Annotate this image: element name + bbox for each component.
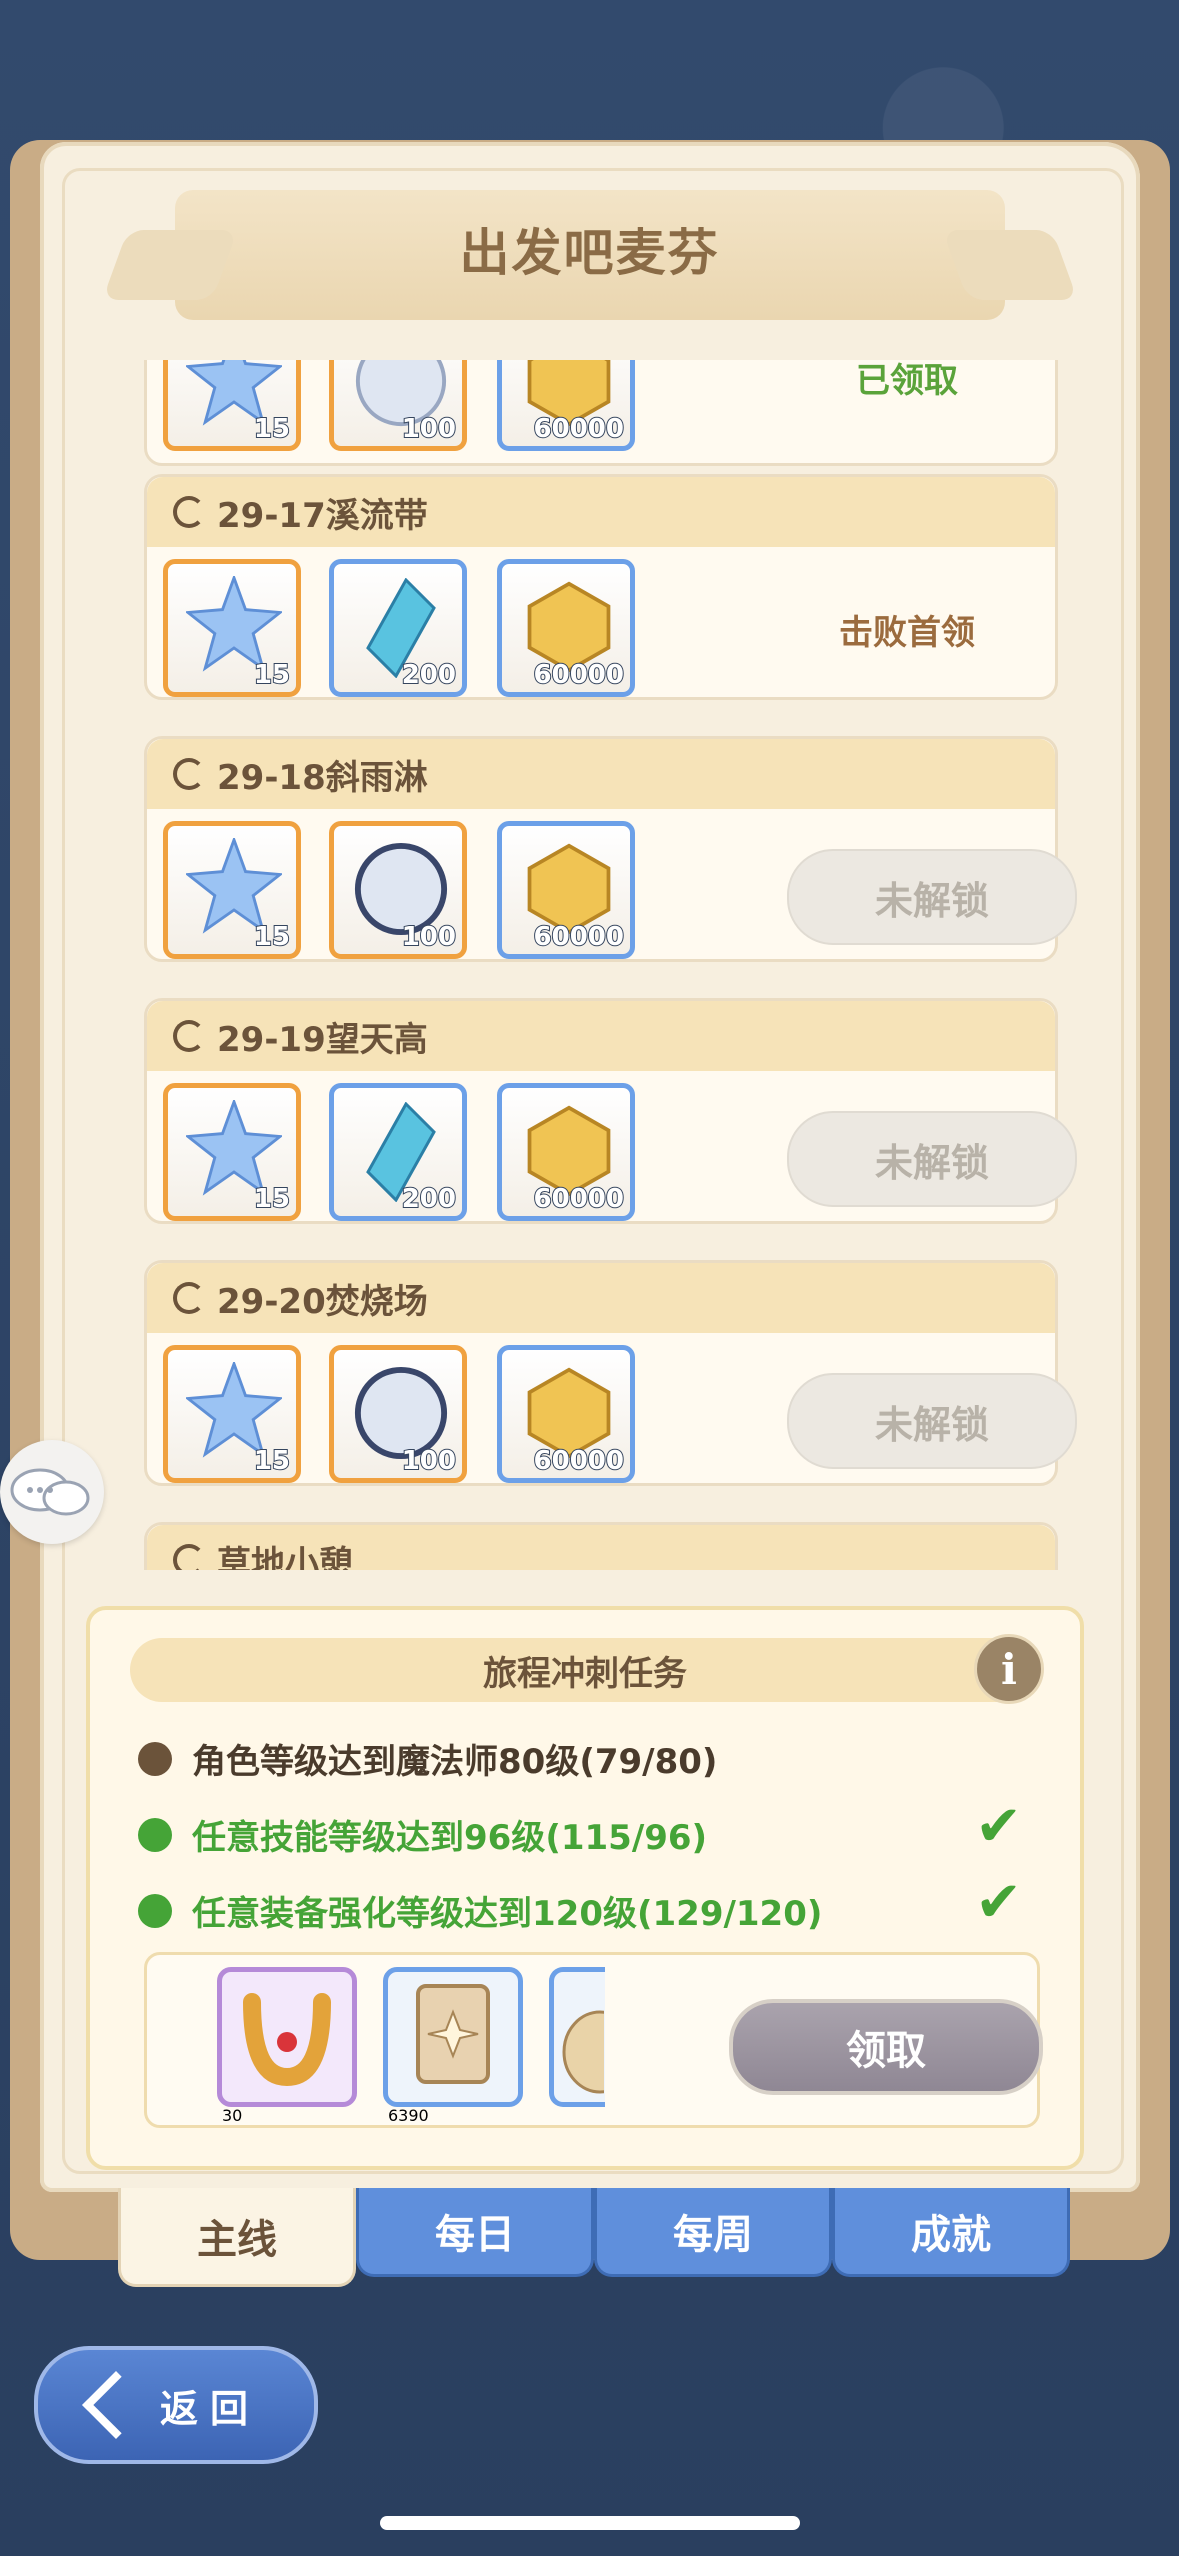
star-crystal-icon [186, 1362, 282, 1458]
stage-name: 29-17溪流带 [217, 495, 428, 536]
stage-card: 29-20焚烧场 15 100 60000 未解锁 [144, 1260, 1077, 1486]
star-crystal-icon [186, 1100, 282, 1196]
reward-orb[interactable]: 100 [329, 1345, 467, 1483]
task-row: 任意装备强化等级达到120级(129/120) [138, 1886, 822, 1935]
journey-task-panel: 旅程冲刺任务 i 角色等级达到魔法师80级(79/80) 任意技能等级达到96级… [86, 1606, 1084, 2170]
chat-icon [10, 1468, 90, 1516]
reward-star[interactable]: 15 [163, 1083, 301, 1221]
claimed-status: 已领取 [856, 361, 958, 401]
stage-status: 击败首领 [839, 613, 975, 653]
reward-star[interactable]: 15 [163, 1345, 301, 1483]
chat-bubble-button[interactable] [0, 1440, 104, 1544]
stage-card: 29-18斜雨淋 15 100 60000 未解锁 [144, 736, 1077, 962]
reward-bag-partial[interactable] [549, 1967, 638, 2107]
locked-button[interactable]: 未解锁 [787, 1111, 1077, 1207]
check-icon: ✔ [975, 1794, 1022, 1859]
reward-orb[interactable]: 100 [329, 360, 467, 451]
star-crystal-icon [186, 838, 282, 934]
stage-name: 草地小憩 [217, 1543, 353, 1571]
moon-icon [173, 1020, 205, 1052]
home-indicator[interactable] [380, 2516, 800, 2530]
stage-name: 29-18斜雨淋 [217, 757, 428, 798]
tab-main[interactable]: 主线 [118, 2188, 356, 2287]
reward-card[interactable]: 6390 [383, 1967, 523, 2125]
reward-coin[interactable]: 60000 [497, 1345, 635, 1483]
stage-card: 29-17溪流带 15 200 60000 击败首领 [144, 474, 1058, 700]
moon-icon [173, 496, 205, 528]
reward-coin[interactable]: 60000 [497, 559, 635, 697]
card-icon [416, 1984, 490, 2084]
reward-coin[interactable]: 60000 [497, 1083, 635, 1221]
horseshoe-icon [243, 1993, 331, 2087]
moon-icon [173, 758, 205, 790]
task-reward-strip: 30 6390 领取 [144, 1952, 1043, 2128]
reward-star[interactable]: 15 [163, 559, 301, 697]
skill-icon [138, 1817, 172, 1852]
tab-daily[interactable]: 每日 [356, 2188, 594, 2277]
task-text: 任意技能等级达到96级(115/96) [192, 1818, 708, 1858]
task-text: 角色等级达到魔法师80级(79/80) [192, 1742, 718, 1782]
stage-card: 29-19望天高 15 200 60000 未解锁 [144, 998, 1077, 1224]
moon-icon [173, 1544, 205, 1570]
task-header: 旅程冲刺任务 i [130, 1634, 1044, 1704]
reward-crystal[interactable]: 200 [329, 1083, 467, 1221]
equipment-icon [138, 1893, 172, 1928]
task-text: 任意装备强化等级达到120级(129/120) [192, 1894, 823, 1934]
claim-button[interactable]: 领取 [729, 1999, 1043, 2095]
locked-button[interactable]: 未解锁 [787, 849, 1077, 945]
tab-achievement[interactable]: 成就 [832, 2188, 1070, 2277]
reward-star[interactable]: 15 [163, 821, 301, 959]
stage-card-claimed: 15 100 60000 已领取 [144, 360, 1058, 466]
back-button[interactable]: 返回 [34, 2346, 318, 2464]
reward-horseshoe[interactable]: 30 [217, 1967, 357, 2125]
task-row: 角色等级达到魔法师80级(79/80) [138, 1734, 717, 1783]
task-header-label: 旅程冲刺任务 [483, 1653, 687, 1694]
stage-name: 29-19望天高 [217, 1019, 428, 1060]
stage-list[interactable]: 15 100 60000 已领取 29-17溪流带 15 200 60000 击… [112, 360, 1084, 1570]
reward-star[interactable]: 15 [163, 360, 301, 451]
stage-name: 29-20焚烧场 [217, 1281, 428, 1322]
locked-button[interactable]: 未解锁 [787, 1373, 1077, 1469]
stage-card-partial: 草地小憩 [144, 1522, 1058, 1570]
tab-bar: 主线 每日 每周 成就 [118, 2188, 1070, 2288]
page-title: 出发吧麦芬 [459, 224, 720, 282]
info-icon[interactable]: i [974, 1634, 1044, 1704]
moon-icon [173, 1282, 205, 1314]
character-icon [138, 1741, 172, 1776]
reward-coin[interactable]: 60000 [497, 821, 635, 959]
reward-crystal[interactable]: 200 [329, 559, 467, 697]
check-icon: ✔ [975, 1870, 1022, 1935]
tab-weekly[interactable]: 每周 [594, 2188, 832, 2277]
back-arrow-icon [82, 2371, 150, 2439]
reward-coin[interactable]: 60000 [497, 360, 635, 451]
bag-icon [562, 2010, 638, 2094]
back-label: 返回 [159, 2386, 260, 2431]
task-row: 任意技能等级达到96级(115/96) [138, 1810, 707, 1859]
reward-orb[interactable]: 100 [329, 821, 467, 959]
star-crystal-icon [186, 576, 282, 672]
